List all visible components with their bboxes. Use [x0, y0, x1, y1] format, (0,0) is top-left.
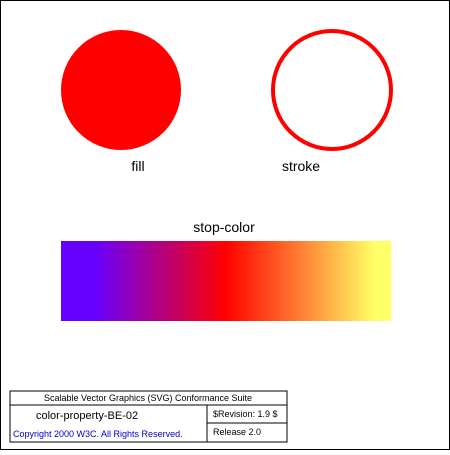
stop-color-gradient-rect — [61, 241, 391, 321]
test-legend: Scalable Vector Graphics (SVG) Conforman… — [9, 390, 288, 443]
release-text: Release 2.0 — [213, 427, 261, 437]
svg-test-viewport: fill stroke stop-color Scalable Vector G… — [0, 0, 450, 450]
stroke-label: stroke — [282, 158, 320, 174]
copyright-text: Copyright 2000 W3C. All Rights Reserved. — [13, 429, 183, 439]
fill-label: fill — [131, 158, 144, 174]
fill-circle — [61, 30, 181, 150]
revision-text: $Revision: 1.9 $ — [213, 409, 278, 419]
suite-title: Scalable Vector Graphics (SVG) Conforman… — [44, 393, 252, 403]
test-name: color-property-BE-02 — [36, 410, 138, 422]
stop-color-label: stop-color — [193, 219, 255, 235]
svg-canvas: fill stroke stop-color Scalable Vector G… — [0, 0, 450, 450]
stroke-circle — [271, 29, 393, 151]
